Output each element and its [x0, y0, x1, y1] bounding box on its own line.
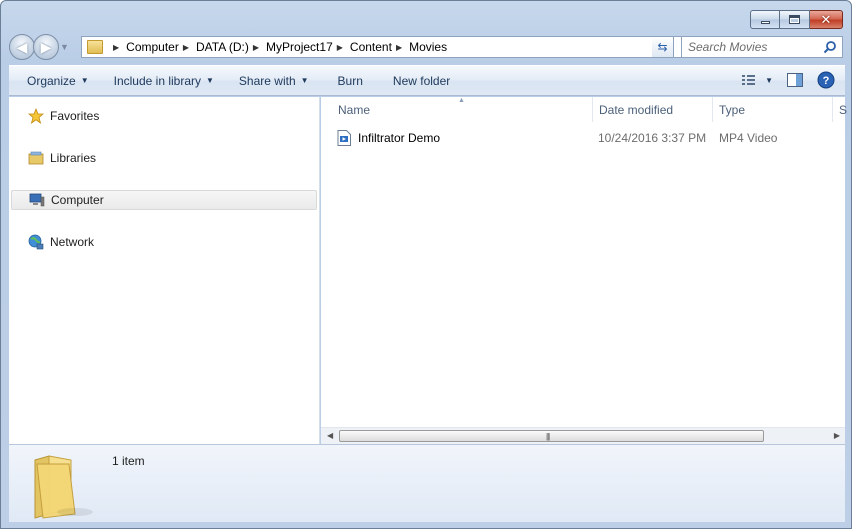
horizontal-scrollbar[interactable]: ◀ ||| ▶	[321, 427, 845, 444]
sidebar-item-computer[interactable]: Computer	[11, 190, 317, 210]
breadcrumb-computer[interactable]: ▶ Computer	[109, 40, 179, 54]
navigation-pane: Favorites Libraries Computer Network	[9, 97, 320, 444]
forward-button[interactable]: ▶	[33, 34, 59, 60]
sidebar-item-network[interactable]: Network	[9, 232, 318, 252]
preview-pane-icon	[787, 73, 803, 87]
chevron-right-icon[interactable]: ▶	[183, 43, 189, 52]
dropdown-arrow-icon: ▼	[80, 76, 89, 85]
breadcrumb-label[interactable]: Computer	[126, 40, 179, 54]
file-list-pane: ▲ Name Date modified Type S Infiltrator …	[321, 97, 847, 444]
column-header-size[interactable]: S	[839, 103, 847, 117]
column-headers: ▲ Name Date modified Type S	[321, 97, 847, 122]
include-in-library-label: Include in library	[113, 73, 201, 88]
chevron-right-icon[interactable]: ▶	[253, 43, 259, 52]
breadcrumb-movies[interactable]: ▶ Movies	[392, 40, 447, 54]
share-with-label: Share with	[238, 73, 296, 88]
back-button[interactable]: ◀	[9, 34, 35, 60]
include-in-library-menu[interactable]: Include in library ▼	[114, 74, 214, 88]
breadcrumb-label[interactable]: MyProject17	[266, 40, 333, 54]
column-divider[interactable]	[712, 97, 713, 122]
folder-icon	[87, 40, 103, 54]
dropdown-arrow-icon[interactable]: ▼	[765, 76, 773, 85]
dropdown-arrow-icon: ▼	[300, 76, 309, 85]
network-icon	[28, 234, 44, 250]
breadcrumb-myproject17[interactable]: ▶ MyProject17	[249, 40, 333, 54]
preview-pane-button[interactable]	[787, 73, 803, 87]
close-icon: ✕	[820, 12, 832, 27]
organize-menu[interactable]: Organize ▼	[27, 74, 89, 88]
scrollbar-thumb[interactable]: |||	[339, 430, 764, 442]
explorer-window: ✕ ◀ ▶ ▼ ▶ Computer ▶ DATA (D:) ▶ MyProje…	[0, 0, 852, 529]
view-controls: ▼ ?	[727, 71, 835, 89]
sidebar-item-label: Favorites	[50, 109, 100, 123]
file-name: Infiltrator Demo	[358, 131, 441, 145]
breadcrumb-content[interactable]: ▶ Content	[333, 40, 392, 54]
column-divider[interactable]	[832, 97, 833, 122]
sidebar-item-label: Computer	[51, 193, 104, 207]
search-icon[interactable]	[823, 40, 837, 54]
forward-arrow-icon: ▶	[40, 38, 52, 55]
navigation-bar: ◀ ▶ ▼ ▶ Computer ▶ DATA (D:) ▶ MyProject…	[9, 34, 843, 60]
file-date-modified: 10/24/2016 3:37 PM	[598, 131, 707, 145]
command-bar: Organize ▼ Include in library ▼ Share wi…	[9, 65, 845, 96]
address-bar[interactable]: ▶ Computer ▶ DATA (D:) ▶ MyProject17 ▶ C…	[81, 36, 682, 58]
share-with-menu[interactable]: Share with ▼	[239, 74, 309, 88]
column-divider[interactable]	[592, 97, 593, 122]
grip-icon: |||	[546, 432, 550, 441]
new-folder-button[interactable]: New folder	[393, 74, 450, 88]
minimize-icon	[760, 21, 770, 24]
dropdown-arrow-icon: ▼	[206, 76, 214, 85]
breadcrumb-label[interactable]: DATA (D:)	[196, 40, 249, 54]
burn-label: Burn	[337, 73, 363, 88]
sidebar-item-favorites[interactable]: Favorites	[9, 106, 318, 126]
breadcrumb-label[interactable]: Content	[350, 40, 392, 54]
breadcrumb-label[interactable]: Movies	[409, 40, 447, 54]
column-header-type[interactable]: Type	[719, 103, 745, 117]
sidebar-item-label: Network	[50, 235, 95, 249]
scroll-right-icon[interactable]: ▶	[834, 431, 840, 440]
new-folder-label: New folder	[392, 73, 451, 88]
details-view-icon	[742, 75, 756, 85]
help-button[interactable]: ?	[817, 71, 835, 89]
recent-pages-dropdown[interactable]: ▼	[60, 42, 69, 52]
breadcrumb-data-drive[interactable]: ▶ DATA (D:)	[179, 40, 249, 54]
search-input[interactable]	[688, 40, 818, 54]
maximize-icon	[789, 15, 800, 24]
item-count: 1 item	[112, 454, 145, 468]
change-view-button[interactable]: ▼	[741, 74, 773, 86]
details-pane: 1 item	[9, 444, 845, 522]
sidebar-item-label: Libraries	[50, 151, 97, 165]
file-row[interactable]: Infiltrator Demo 10/24/2016 3:37 PM MP4 …	[337, 129, 837, 147]
help-icon: ?	[817, 71, 835, 89]
organize-label: Organize	[27, 73, 76, 88]
star-icon	[28, 108, 44, 124]
search-box[interactable]	[681, 36, 843, 58]
video-file-icon	[337, 130, 351, 146]
close-button[interactable]: ✕	[810, 10, 843, 29]
chevron-right-icon[interactable]: ▶	[396, 43, 402, 52]
folder-icon	[34, 455, 93, 519]
column-header-date-modified[interactable]: Date modified	[599, 103, 673, 117]
chevron-right-icon[interactable]: ▶	[113, 43, 119, 52]
sidebar-item-libraries[interactable]: Libraries	[9, 148, 318, 168]
column-header-name[interactable]: Name	[338, 103, 370, 117]
file-type: MP4 Video	[719, 131, 778, 145]
caption-buttons: ✕	[750, 10, 843, 29]
back-arrow-icon: ◀	[16, 38, 28, 55]
scroll-left-icon[interactable]: ◀	[327, 431, 333, 440]
refresh-icon: ⇆	[657, 40, 668, 54]
chevron-right-icon[interactable]: ▶	[337, 43, 343, 52]
svg-text:?: ?	[823, 75, 830, 87]
refresh-button[interactable]: ⇆	[652, 36, 674, 58]
minimize-button[interactable]	[750, 10, 780, 29]
libraries-icon	[28, 150, 44, 166]
burn-button[interactable]: Burn	[338, 74, 363, 88]
sort-ascending-icon: ▲	[458, 97, 465, 104]
maximize-button[interactable]	[780, 10, 810, 29]
computer-icon	[29, 192, 45, 208]
